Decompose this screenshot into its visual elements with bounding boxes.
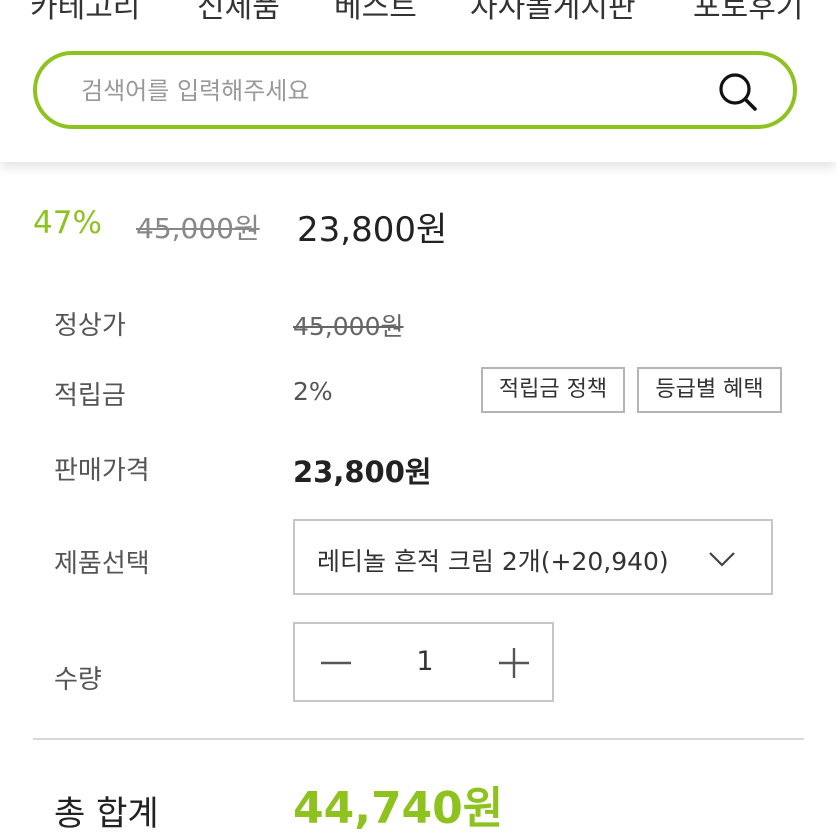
nav-item-best[interactable]: 베스트: [334, 0, 417, 26]
divider: [33, 738, 804, 740]
quantity-label: 수량: [54, 665, 102, 695]
points-label: 적립금: [54, 381, 126, 411]
nav-item-category[interactable]: 카테고리: [30, 0, 140, 26]
nav-item-board[interactable]: 자사몰게시판: [470, 0, 636, 26]
original-price: 45,000원: [136, 212, 260, 245]
regular-price-value: 45,000원: [293, 312, 404, 341]
search-icon[interactable]: [717, 71, 759, 113]
selling-price-value: 23,800원: [293, 455, 432, 489]
minus-icon[interactable]: [315, 642, 357, 684]
nav-item-new-products[interactable]: 신제품: [197, 0, 280, 26]
discount-rate: 47%: [33, 205, 102, 241]
option-label: 제품선택: [54, 549, 150, 579]
chevron-down-icon: [707, 545, 737, 571]
option-select[interactable]: 레티놀 흔적 크림 2개(+20,940): [293, 519, 773, 595]
search-input[interactable]: [81, 73, 681, 109]
total-price: 44,740원: [293, 783, 504, 834]
quantity-stepper: 1: [293, 622, 554, 702]
quantity-value[interactable]: 1: [405, 646, 445, 677]
regular-price-label: 정상가: [54, 311, 126, 341]
main-nav: 카테고리 신제품 베스트 자사몰게시판 포토후기: [0, 0, 836, 25]
points-policy-button[interactable]: 적립금 정책: [481, 367, 625, 413]
total-label: 총 합계: [54, 794, 159, 834]
grade-benefit-button[interactable]: 등급별 혜택: [637, 367, 782, 413]
site-header: 카테고리 신제품 베스트 자사몰게시판 포토후기: [0, 0, 836, 162]
search-bar: [33, 51, 797, 129]
plus-icon[interactable]: [493, 642, 535, 684]
selling-price-label: 판매가격: [54, 456, 150, 486]
points-value: 2%: [293, 377, 333, 406]
option-selected-value: 레티놀 흔적 크림 2개(+20,940): [317, 547, 669, 576]
sale-price: 23,800원: [297, 210, 448, 250]
nav-item-photo-reviews[interactable]: 포토후기: [693, 0, 803, 26]
